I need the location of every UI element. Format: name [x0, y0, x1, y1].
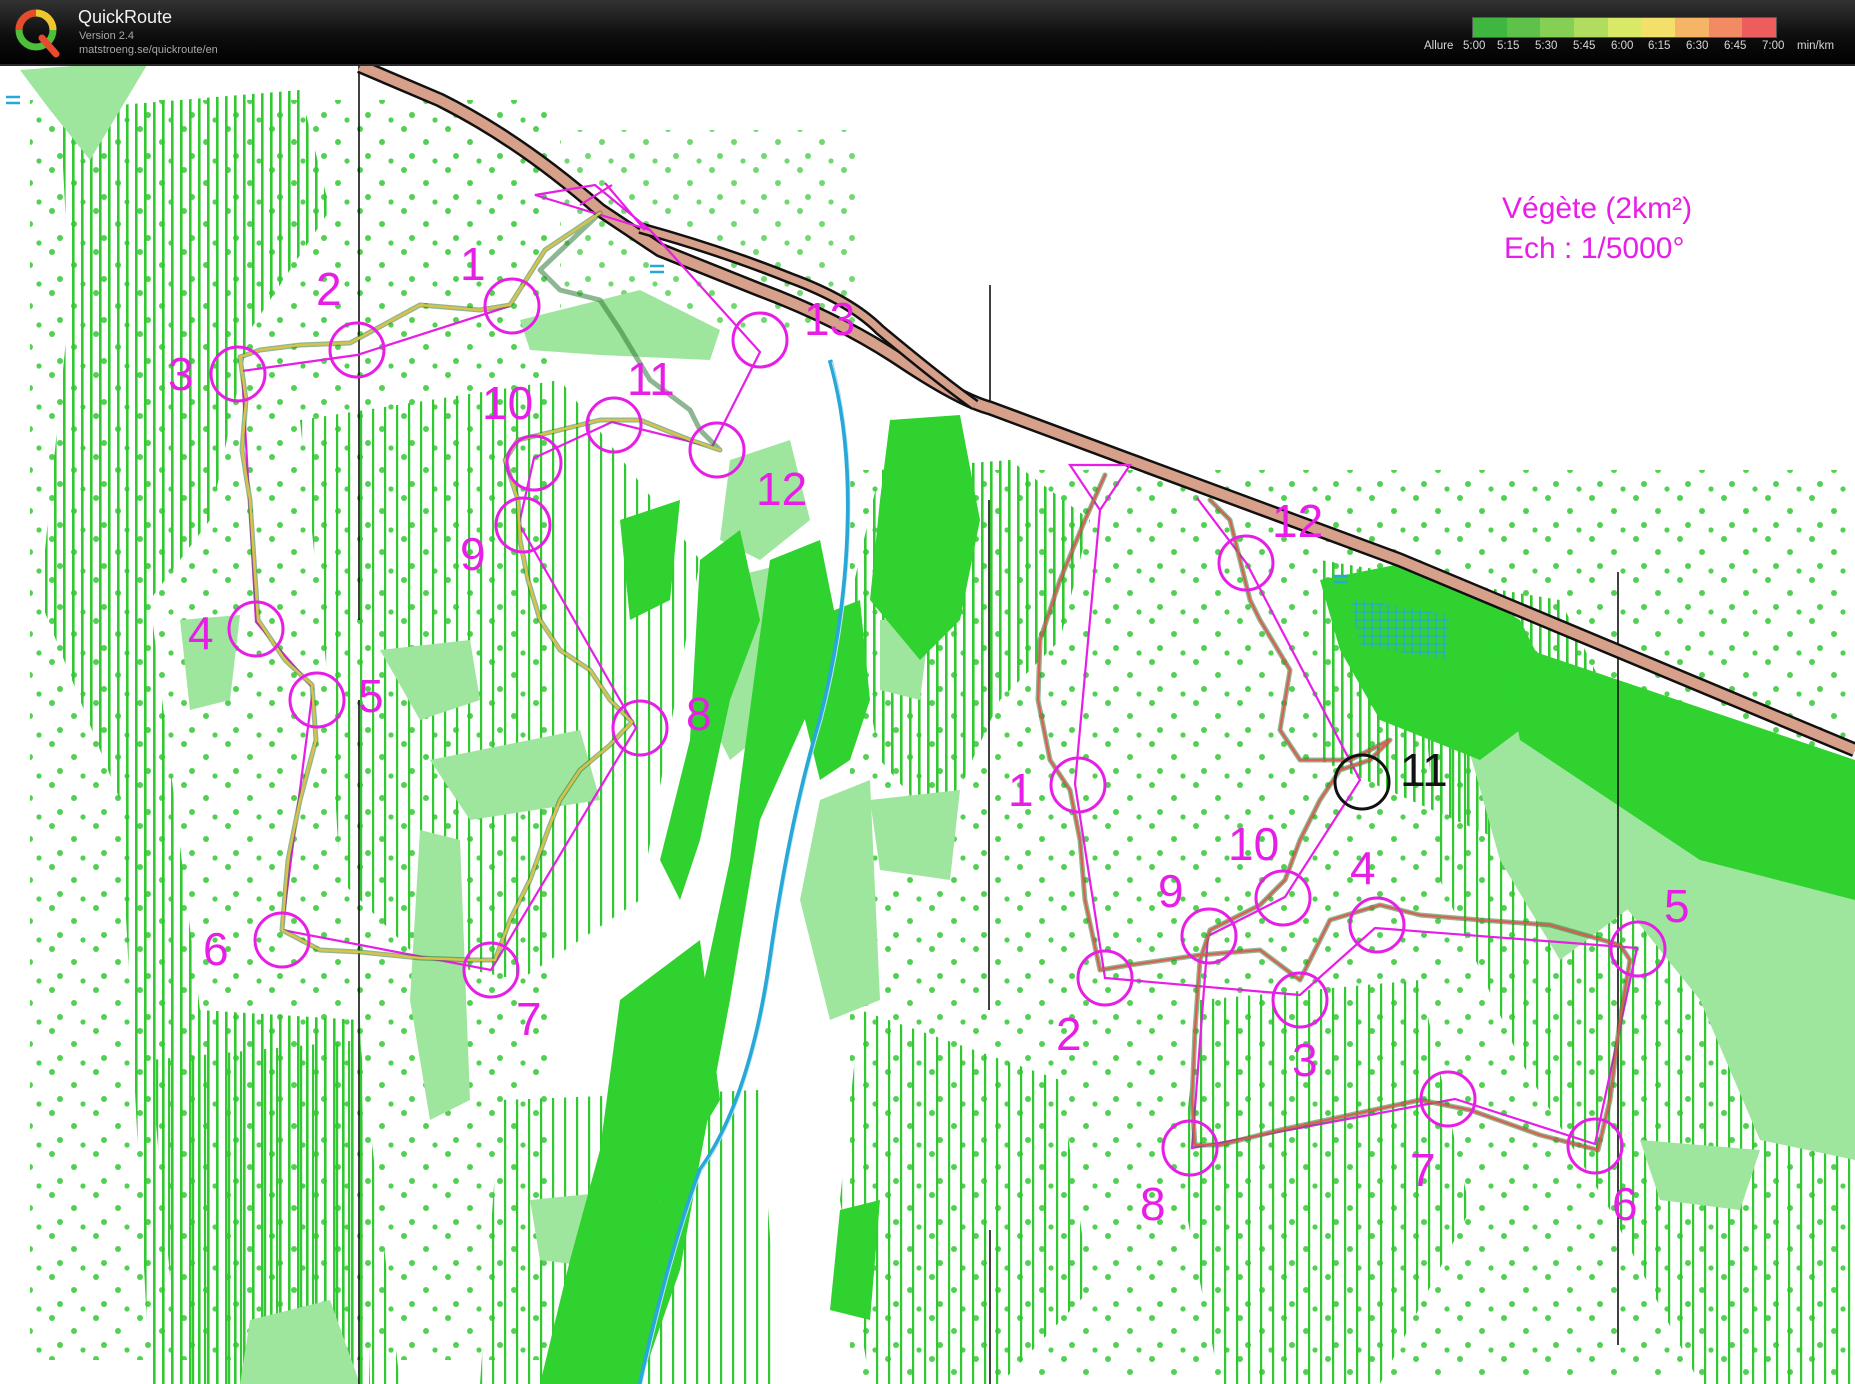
app-version: Version 2.4: [79, 30, 135, 42]
pace-tick: 6:45: [1724, 40, 1747, 52]
control-number-b12: 12: [1272, 495, 1323, 547]
orienteering-map[interactable]: 1 2 3 4 5 6 7 8 9 10 11 12 13 1 2 3 4 5 …: [0, 66, 1855, 1384]
control-number-a7: 7: [516, 993, 542, 1045]
control-number-a1: 1: [460, 238, 486, 290]
pace-scale-segment: [1574, 18, 1608, 37]
pace-scale-segment: [1506, 18, 1541, 37]
quickroute-logo-icon: [15, 9, 60, 58]
app-url[interactable]: matstroeng.se/quickroute/en: [79, 44, 218, 56]
pace-scale-label: Allure: [1424, 40, 1454, 52]
quickroute-window: QuickRoute Version 2.4 matstroeng.se/qui…: [0, 0, 1855, 1384]
pace-scale-segment: [1708, 18, 1743, 37]
control-number-b7: 7: [1410, 1144, 1436, 1196]
title-bar: QuickRoute Version 2.4 matstroeng.se/qui…: [0, 0, 1855, 66]
control-number-b9: 9: [1158, 865, 1184, 917]
pace-tick: 5:15: [1497, 40, 1520, 52]
control-number-a6: 6: [203, 923, 229, 975]
control-number-a13: 13: [804, 293, 855, 345]
pace-scale-segment: [1641, 18, 1676, 37]
pace-scale-segment: [1473, 18, 1507, 37]
pace-unit: min/km: [1797, 40, 1835, 52]
pace-color-scale: [1472, 17, 1777, 38]
pace-tick: 5:45: [1573, 40, 1596, 52]
control-number-b6: 6: [1612, 1178, 1638, 1230]
control-number-b8: 8: [1140, 1178, 1166, 1230]
control-number-b3: 3: [1292, 1034, 1318, 1086]
pace-tick: 7:00: [1762, 40, 1785, 52]
control-number-b4: 4: [1350, 842, 1376, 894]
pace-tick: 6:15: [1648, 40, 1671, 52]
control-number-a5: 5: [358, 670, 384, 722]
pace-tick: 5:30: [1535, 40, 1558, 52]
control-number-b2: 2: [1056, 1008, 1082, 1060]
pace-scale-segment: [1675, 18, 1709, 37]
control-number-b11: 11: [1400, 744, 1448, 796]
control-number-a9: 9: [460, 528, 486, 580]
control-number-b10: 10: [1228, 818, 1279, 870]
pace-tick: 5:00: [1463, 40, 1486, 52]
control-number-a3: 3: [168, 348, 194, 400]
map-title: Végète (2km²): [1502, 192, 1692, 225]
control-number-b5: 5: [1664, 880, 1690, 932]
control-number-a2: 2: [316, 263, 342, 315]
control-number-a12: 12: [756, 463, 807, 515]
control-number-a8: 8: [686, 688, 712, 740]
pace-scale-segment: [1742, 18, 1777, 37]
pace-scale-segment: [1540, 18, 1575, 37]
pace-scale-segment: [1607, 18, 1642, 37]
control-number-a11: 11: [627, 353, 675, 405]
control-number-a10: 10: [482, 377, 533, 429]
control-number-a4: 4: [188, 607, 214, 659]
pace-scale-labels: Allure 5:00 5:15 5:30 5:45 6:00 6:15 6:3…: [1418, 40, 1855, 56]
control-number-b1: 1: [1008, 764, 1034, 816]
pace-tick: 6:30: [1686, 40, 1709, 52]
map-scale: Ech : 1/5000°: [1504, 232, 1684, 265]
app-title: QuickRoute: [78, 7, 173, 27]
pace-tick: 6:00: [1611, 40, 1634, 52]
